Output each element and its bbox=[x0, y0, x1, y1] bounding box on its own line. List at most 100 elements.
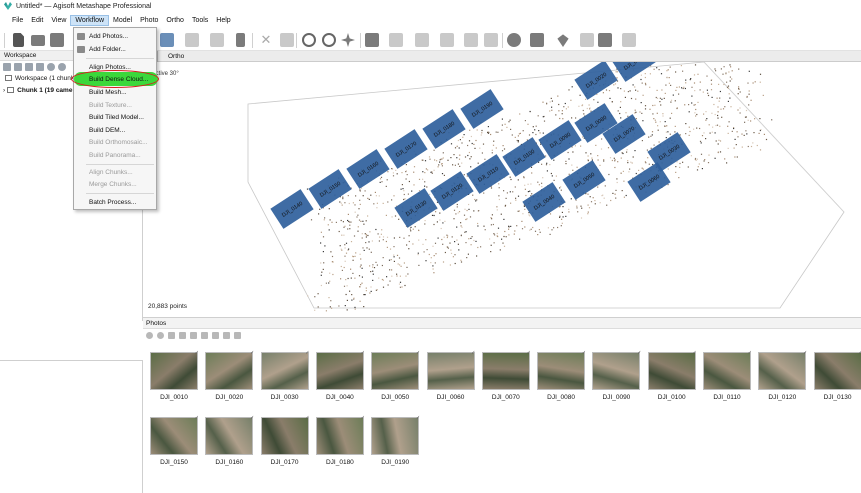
menu-edit[interactable]: Edit bbox=[27, 16, 47, 25]
remove-item-icon[interactable] bbox=[36, 63, 44, 71]
points-view-icon[interactable] bbox=[365, 33, 379, 47]
thumbnail-size-icon[interactable] bbox=[234, 332, 241, 339]
photo-thumbnail[interactable]: ✓ DJI_0190 bbox=[371, 415, 421, 467]
remove-photo-icon[interactable] bbox=[168, 332, 175, 339]
dem-view-icon[interactable] bbox=[484, 33, 498, 47]
enable-item-icon[interactable] bbox=[47, 63, 55, 71]
point-cloud-point bbox=[467, 154, 469, 157]
disable-item-icon[interactable] bbox=[58, 63, 66, 71]
texture-view-icon[interactable] bbox=[440, 33, 454, 47]
photo-thumbnail[interactable]: ✓ DJI_0070 bbox=[481, 350, 531, 402]
point-cloud-point bbox=[362, 195, 364, 197]
photo-thumbnail[interactable]: ✓ DJI_0160 bbox=[205, 415, 254, 467]
menu-add-folder[interactable]: Add Folder... bbox=[74, 44, 158, 55]
menu-help[interactable]: Help bbox=[212, 16, 234, 25]
add-marker-icon[interactable] bbox=[25, 63, 33, 71]
menu-view[interactable]: View bbox=[47, 16, 70, 25]
ortho-icon[interactable] bbox=[622, 33, 636, 47]
dense-cloud-view-icon[interactable] bbox=[389, 33, 403, 47]
globe-icon[interactable] bbox=[507, 33, 521, 47]
tab-ortho[interactable]: Ortho bbox=[165, 51, 187, 62]
disable-photo-icon[interactable] bbox=[157, 332, 164, 339]
rectangle-select-icon[interactable] bbox=[185, 33, 199, 47]
point-cloud-point bbox=[344, 260, 346, 262]
photo-thumbnail[interactable]: ✓ DJI_0020 bbox=[205, 350, 254, 402]
point-cloud-point bbox=[502, 242, 504, 244]
mask-icon[interactable] bbox=[201, 332, 208, 339]
menu-batch-process[interactable]: Batch Process... bbox=[74, 197, 158, 208]
menu-tools[interactable]: Tools bbox=[188, 16, 212, 25]
image-icon[interactable] bbox=[598, 33, 612, 47]
point-cloud-point bbox=[587, 160, 589, 162]
tiled-model-view-icon[interactable] bbox=[464, 33, 478, 47]
menu-build-tiled-model[interactable]: Build Tiled Model... bbox=[74, 112, 158, 123]
new-document-icon[interactable] bbox=[13, 33, 24, 47]
photo-thumbnail[interactable]: ✓ DJI_0120 bbox=[758, 350, 807, 402]
shape-icon[interactable] bbox=[557, 34, 569, 47]
menu-build-dem[interactable]: Build DEM... bbox=[74, 125, 158, 136]
menu-ortho[interactable]: Ortho bbox=[162, 16, 188, 25]
point-cloud-point bbox=[711, 131, 713, 133]
point-cloud-canvas[interactable]: DJI_0140DJI_0150DJI_0160DJI_0170DJI_0180… bbox=[144, 62, 860, 315]
photo-thumbnail[interactable]: ✓ DJI_0100 bbox=[647, 350, 697, 402]
point-cloud-point bbox=[530, 183, 532, 185]
point-cloud-point bbox=[555, 114, 557, 116]
aligned-check-icon: ✓ bbox=[415, 415, 421, 421]
point-cloud-point bbox=[521, 220, 523, 222]
photo-thumbnail[interactable]: ✓ DJI_0040 bbox=[315, 350, 365, 402]
photo-thumbnail[interactable]: ✓ DJI_0110 bbox=[703, 350, 752, 402]
navigation-icon[interactable] bbox=[341, 33, 355, 47]
photo-thumbnail[interactable]: ✓ DJI_0170 bbox=[260, 415, 310, 467]
menu-add-photos[interactable]: Add Photos... bbox=[74, 31, 158, 42]
details-icon[interactable] bbox=[223, 332, 230, 339]
point-cloud-point bbox=[370, 271, 372, 273]
menu-build-dense-cloud[interactable]: Build Dense Cloud... bbox=[74, 74, 158, 85]
model-view[interactable]: DJI_0140 DJI_0150 DJI_0160 DJI_0170 DJI_0180… bbox=[144, 62, 860, 315]
photo-thumbnail[interactable]: ✓ DJI_0060 bbox=[426, 350, 476, 402]
photo-thumbnail[interactable]: ✓ DJI_0080 bbox=[537, 350, 586, 402]
rotate-left-icon[interactable] bbox=[179, 332, 186, 339]
photo-thumbnail[interactable]: ✓ DJI_0090 bbox=[592, 350, 641, 402]
delete-selection-icon[interactable]: ✕ bbox=[259, 33, 273, 47]
photo-thumbnail[interactable]: ✓ DJI_0150 bbox=[150, 415, 199, 467]
expand-arrow-icon[interactable]: › bbox=[3, 87, 5, 94]
menu-file[interactable]: File bbox=[8, 16, 27, 25]
menu-photo[interactable]: Photo bbox=[136, 16, 162, 25]
photo-thumbnail[interactable]: ✓ DJI_0180 bbox=[315, 415, 365, 467]
point-cloud-point bbox=[379, 178, 382, 180]
point-cloud-point bbox=[354, 255, 356, 257]
photo-thumbnail[interactable]: ✓ DJI_0030 bbox=[260, 350, 310, 402]
menu-align-photos[interactable]: Align Photos... bbox=[74, 62, 158, 73]
marker-flag-icon[interactable] bbox=[580, 33, 594, 47]
menu-build-mesh[interactable]: Build Mesh... bbox=[74, 87, 158, 98]
view-icon[interactable] bbox=[212, 332, 219, 339]
point-cloud-point bbox=[347, 219, 349, 222]
save-icon[interactable] bbox=[50, 33, 64, 47]
menu-model[interactable]: Model bbox=[109, 16, 136, 25]
crop-icon[interactable] bbox=[280, 33, 294, 47]
point-cloud-point bbox=[574, 145, 576, 147]
point-cloud-point bbox=[418, 264, 420, 266]
ruler-icon[interactable] bbox=[210, 33, 224, 47]
point-cloud-point bbox=[759, 81, 761, 83]
select-tool-icon[interactable] bbox=[160, 33, 174, 47]
mesh-view-icon[interactable] bbox=[415, 33, 429, 47]
point-cloud-point bbox=[457, 139, 459, 142]
menu-workflow[interactable]: Workflow bbox=[70, 15, 110, 26]
open-folder-icon[interactable] bbox=[31, 35, 45, 46]
point-cloud-point bbox=[461, 226, 463, 228]
rotate-right-icon[interactable] bbox=[190, 332, 197, 339]
enable-photo-icon[interactable] bbox=[146, 332, 153, 339]
add-chunk-icon[interactable] bbox=[3, 63, 11, 71]
eraser-icon[interactable] bbox=[236, 33, 245, 47]
camera-icon[interactable] bbox=[530, 33, 544, 47]
zoom-in-icon[interactable] bbox=[302, 33, 316, 47]
point-cloud-point bbox=[728, 121, 730, 123]
photo-thumbnail[interactable]: ✓ DJI_0050 bbox=[371, 350, 420, 402]
add-photos-icon[interactable] bbox=[14, 63, 22, 71]
point-cloud-point bbox=[444, 220, 446, 222]
point-cloud-point bbox=[726, 81, 728, 83]
photo-thumbnail[interactable]: ✓ DJI_0010 bbox=[150, 350, 199, 402]
zoom-out-icon[interactable] bbox=[322, 33, 336, 47]
photo-thumbnail[interactable]: ✓ DJI_0130 bbox=[813, 350, 861, 402]
